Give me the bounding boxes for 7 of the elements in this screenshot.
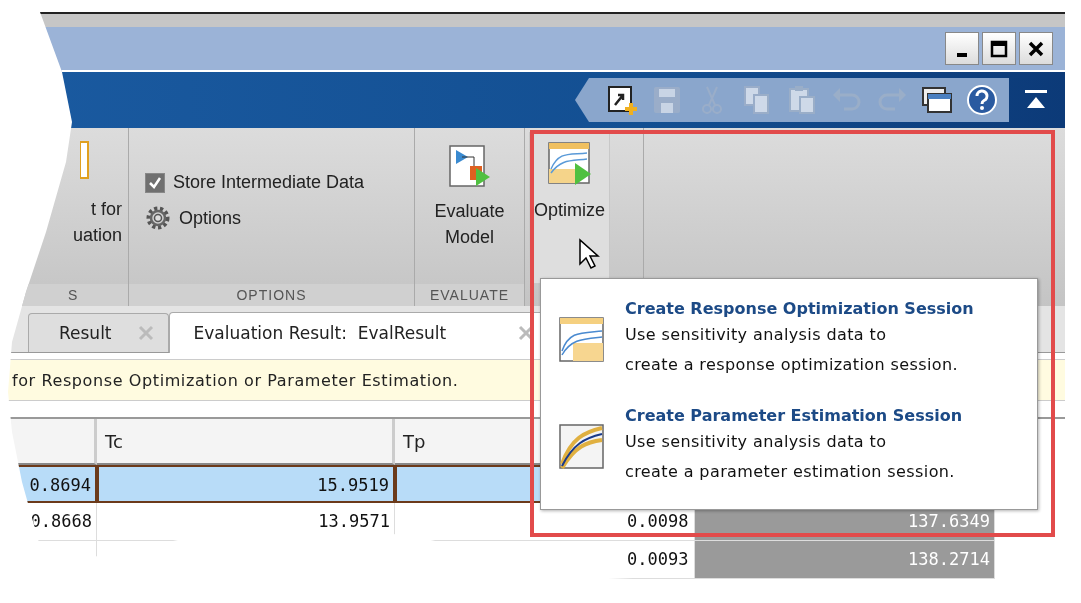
table-cell: 138.2714: [695, 541, 995, 579]
section-label: OPTIONS: [129, 284, 414, 306]
table-cell: 13.9571: [97, 503, 395, 541]
table-cell: 15.9519: [97, 465, 395, 503]
table-cell: 0.8668: [8, 503, 97, 541]
section-label: EVALUATE: [415, 284, 524, 306]
menu-item-description: Use sensitivity analysis data to create a parameter estimation session.: [625, 431, 956, 483]
